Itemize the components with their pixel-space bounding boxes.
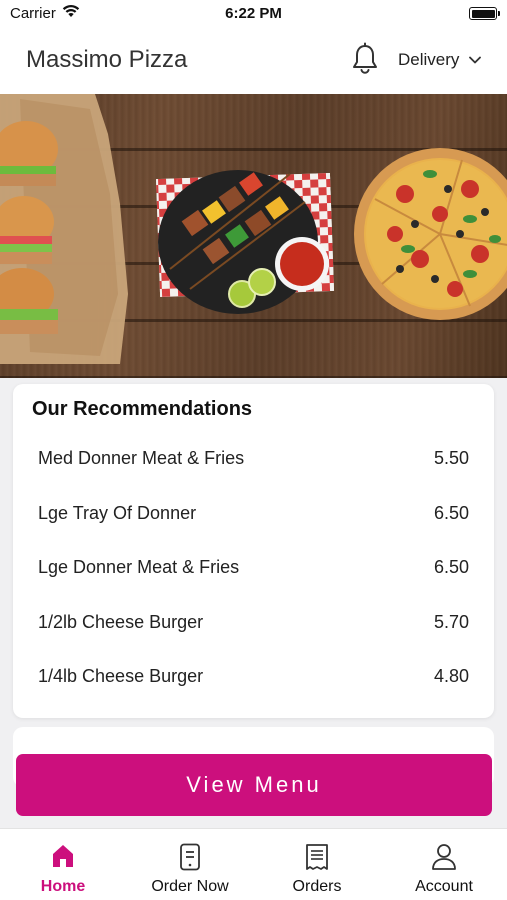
person-icon	[432, 844, 456, 870]
battery-icon	[469, 7, 500, 20]
item-price: 5.70	[433, 612, 469, 632]
restaurant-title: Massimo Pizza	[26, 46, 188, 73]
status-bar: Carrier 6:22 PM	[0, 0, 507, 28]
hero-food-image	[0, 94, 507, 378]
home-icon	[53, 845, 73, 867]
tab-label: Orders	[292, 878, 342, 895]
item-name: 1/4lb Cheese Burger	[38, 666, 204, 686]
phone-order-icon	[180, 843, 200, 871]
app-header: Massimo Pizza Delivery	[0, 28, 507, 94]
clock: 6:22 PM	[225, 5, 282, 22]
item-price: 6.50	[433, 503, 469, 523]
delivery-dropdown[interactable]: Delivery	[398, 50, 482, 70]
tab-label: Account	[415, 878, 473, 895]
burger-image	[0, 121, 58, 334]
chevron-down-icon	[469, 56, 482, 64]
tab-orders[interactable]: Orders	[254, 829, 380, 900]
receipt-icon	[306, 844, 328, 870]
item-name: Med Donner Meat & Fries	[38, 448, 245, 468]
item-price: 6.50	[433, 557, 469, 577]
bottom-tab-bar: Home Order Now Orders Account	[0, 828, 507, 900]
view-menu-button[interactable]: View Menu	[16, 754, 492, 816]
tab-label: Home	[40, 878, 86, 895]
tab-home[interactable]: Home	[0, 829, 126, 900]
item-name: Lge Tray Of Donner	[38, 503, 197, 523]
tab-account[interactable]: Account	[381, 829, 507, 900]
kebab-plate-image	[156, 170, 335, 314]
recommendations-title: Our Recommendations	[32, 398, 253, 420]
recommendation-item[interactable]: Lge Tray Of Donner 6.50	[13, 493, 494, 533]
item-price: 4.80	[433, 666, 469, 686]
recommendation-item[interactable]: 1/4lb Cheese Burger 4.80	[13, 656, 494, 696]
item-price: 5.50	[433, 448, 469, 468]
item-name: 1/2lb Cheese Burger	[38, 612, 204, 632]
delivery-label: Delivery	[398, 50, 460, 69]
bell-icon[interactable]	[350, 42, 380, 76]
pizza-image	[354, 148, 507, 320]
item-name: Lge Donner Meat & Fries	[38, 557, 240, 577]
recommendation-item[interactable]: Lge Donner Meat & Fries 6.50	[13, 547, 494, 587]
recommendation-item[interactable]: Med Donner Meat & Fries 5.50	[13, 438, 494, 478]
recommendation-item[interactable]: 1/2lb Cheese Burger 5.70	[13, 602, 494, 642]
tab-label: Order Now	[151, 878, 229, 895]
recommendations-card: Our Recommendations Med Donner Meat & Fr…	[13, 384, 494, 718]
tab-order-now[interactable]: Order Now	[127, 829, 253, 900]
